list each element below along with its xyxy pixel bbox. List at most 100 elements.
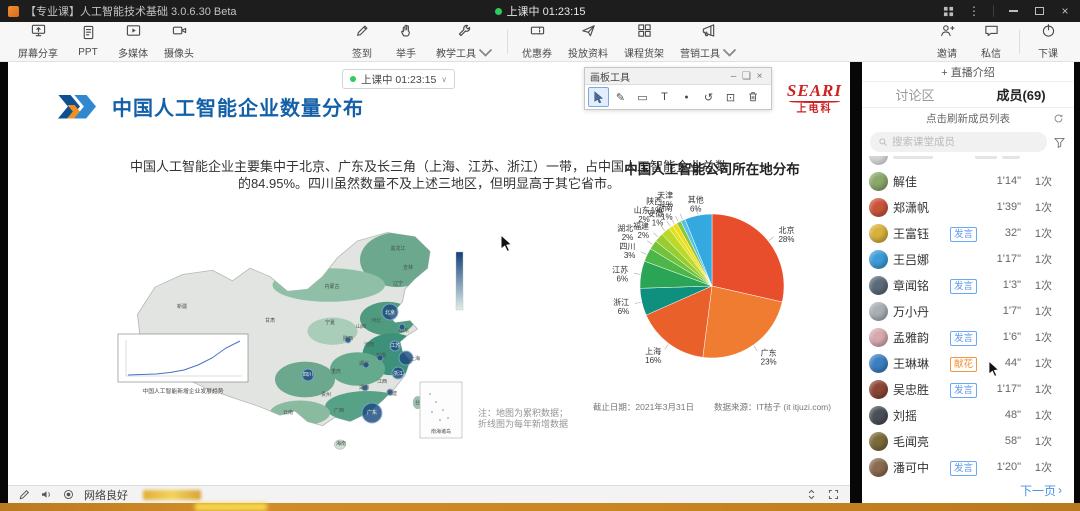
- member-badge[interactable]: 发言: [950, 279, 977, 294]
- panel-minimize-icon[interactable]: –: [727, 71, 740, 82]
- titlebar: 【专业课】人工智能技术基础 3.0.6.30 Beta 上课中 01:23:15…: [0, 0, 1080, 22]
- speaker-icon[interactable]: [40, 488, 53, 501]
- member-row[interactable]: 章闻铭发言1'3"1次: [869, 272, 1067, 298]
- member-search-box[interactable]: [870, 132, 1047, 152]
- province-label-河北: 河北: [371, 317, 381, 324]
- minimize-button[interactable]: [1006, 4, 1020, 18]
- text-tool-icon[interactable]: T: [654, 87, 675, 107]
- invite-icon: [940, 23, 955, 43]
- toolbar-coupon[interactable]: 优惠券: [514, 23, 560, 60]
- right-black-edge: [1074, 62, 1080, 503]
- toolbar-ppt[interactable]: PPT: [66, 25, 110, 58]
- member-badge[interactable]: 发言: [950, 383, 977, 398]
- inset-chart-caption: 中国人工智能新增企业发展趋势: [142, 387, 223, 395]
- member-name: 王琳琳: [893, 355, 945, 372]
- refresh-members-button[interactable]: 点击刷新成员列表: [862, 108, 1074, 128]
- page-title: 中国人工智能企业数量分布: [112, 92, 364, 121]
- toolbar-camera[interactable]: 摄像头: [156, 23, 202, 60]
- avatar: [869, 198, 888, 217]
- blurred-watermark-logo: [143, 490, 201, 500]
- board-tool-icon[interactable]: ⊡: [720, 87, 741, 107]
- pie-label-上海: 上海16%: [645, 346, 661, 365]
- maximize-button[interactable]: [1032, 4, 1046, 18]
- province-label-安徽: 安徽: [376, 352, 386, 359]
- province-label-贵州: 贵州: [321, 391, 331, 398]
- toolbar-separator: [507, 30, 508, 54]
- toolbar-label: 多媒体: [118, 45, 148, 60]
- toolbar-label: 下课: [1038, 45, 1058, 60]
- member-count: 1次: [1026, 173, 1052, 189]
- filter-icon[interactable]: [1053, 136, 1066, 149]
- close-button[interactable]: ×: [1058, 4, 1072, 18]
- record-icon[interactable]: [62, 488, 75, 501]
- toolbar-teaching-tools[interactable]: 教学工具: [428, 23, 501, 60]
- trash-tool-icon[interactable]: [742, 87, 763, 107]
- member-row[interactable]: 万小丹1'7"1次: [869, 298, 1067, 324]
- whiteboard-panel-header[interactable]: 画板工具 – ❏ ×: [585, 68, 771, 85]
- toolbar-separator: [1019, 30, 1020, 54]
- pen-tool-icon[interactable]: ✎: [610, 87, 631, 107]
- toolbar-private-message[interactable]: 私信: [969, 23, 1013, 60]
- toolbar-raise-hand[interactable]: 举手: [384, 23, 428, 60]
- pie-label-广东: 广东23%: [761, 348, 777, 367]
- search-input[interactable]: [892, 136, 1039, 148]
- toolbar-end-class[interactable]: 下课: [1026, 23, 1070, 60]
- member-badge[interactable]: 发言: [950, 461, 977, 476]
- member-row[interactable]: 刘摇48"1次: [869, 402, 1067, 428]
- expand-icon[interactable]: [827, 488, 840, 501]
- member-row[interactable]: 王琳琳献花44"1次: [869, 350, 1067, 376]
- dot-tool-icon[interactable]: ●: [676, 87, 697, 107]
- app-icon: [8, 6, 19, 17]
- member-name: 孟雅韵: [893, 329, 945, 346]
- tab-members[interactable]: 成员(69): [968, 82, 1074, 107]
- member-row[interactable]: 孟雅韵发言1'6"1次: [869, 324, 1067, 350]
- province-label-江苏: 江苏: [390, 342, 400, 349]
- toolbar-invite[interactable]: 邀请: [925, 23, 969, 60]
- member-badge[interactable]: 发言: [950, 331, 977, 346]
- member-row[interactable]: 解佳1'14"1次: [869, 168, 1067, 194]
- class-status-dot: [495, 8, 502, 15]
- province-label-云南: 云南: [283, 409, 293, 416]
- member-row[interactable]: 王吕娜1'17"1次: [869, 246, 1067, 272]
- more-menu-icon[interactable]: ⋮: [967, 4, 981, 18]
- avatar: [869, 354, 888, 373]
- member-count: 1次: [1026, 355, 1052, 371]
- toolbar-screen-share[interactable]: 屏幕分享: [10, 23, 66, 60]
- titlebar-separator: [993, 5, 994, 17]
- member-row[interactable]: 王富钰发言32"1次: [869, 220, 1067, 246]
- province-label-宁夏: 宁夏: [325, 319, 335, 326]
- province-label-四川: 四川: [303, 372, 313, 378]
- panel-popout-icon[interactable]: ❏: [740, 71, 753, 82]
- avatar: [869, 406, 888, 425]
- annotate-pen-icon[interactable]: [18, 488, 31, 501]
- coupon-icon: [530, 23, 545, 43]
- tab-discussion[interactable]: 讨论区: [862, 82, 968, 107]
- islands-inset: 南海诸岛: [420, 382, 462, 438]
- member-row[interactable]: 毛闻亮58"1次: [869, 428, 1067, 454]
- rectangle-tool-icon[interactable]: ▭: [632, 87, 653, 107]
- province-label-黑龙江: 黑龙江: [390, 245, 405, 252]
- toolbar-multimedia[interactable]: 多媒体: [110, 23, 156, 60]
- live-intro-button[interactable]: + 直播介绍: [862, 62, 1074, 82]
- avatar: [869, 380, 888, 399]
- next-page-button[interactable]: 下一页 ›: [862, 477, 1074, 503]
- toolbar-sign-in[interactable]: 签到: [340, 23, 384, 60]
- member-badge[interactable]: 发言: [950, 227, 977, 242]
- panel-close-icon[interactable]: ×: [753, 71, 766, 82]
- toolbar-materials[interactable]: 投放资料: [560, 23, 616, 60]
- toolbar-course-shelf[interactable]: 课程货架: [616, 23, 672, 60]
- scroll-arrows-icon[interactable]: [805, 488, 818, 501]
- undo-tool-icon[interactable]: ↺: [698, 87, 719, 107]
- member-time: 58": [987, 435, 1021, 447]
- avatar: [869, 172, 888, 191]
- member-row[interactable]: 吴忠胜发言1'17"1次: [869, 376, 1067, 402]
- member-row[interactable]: 潘可中发言1'20"1次: [869, 454, 1067, 477]
- class-timer-dropdown[interactable]: 上课中 01:23:15 ∨: [342, 69, 455, 89]
- timer-dot: [350, 76, 356, 82]
- toolbar-marketing-tools[interactable]: 营销工具: [672, 23, 745, 60]
- cursor-tool-icon[interactable]: [588, 87, 609, 107]
- member-badge[interactable]: 献花: [950, 357, 977, 372]
- member-row[interactable]: 郑潇帆1'39"1次: [869, 194, 1067, 220]
- apps-grid-icon[interactable]: [941, 4, 955, 18]
- avatar: [869, 432, 888, 451]
